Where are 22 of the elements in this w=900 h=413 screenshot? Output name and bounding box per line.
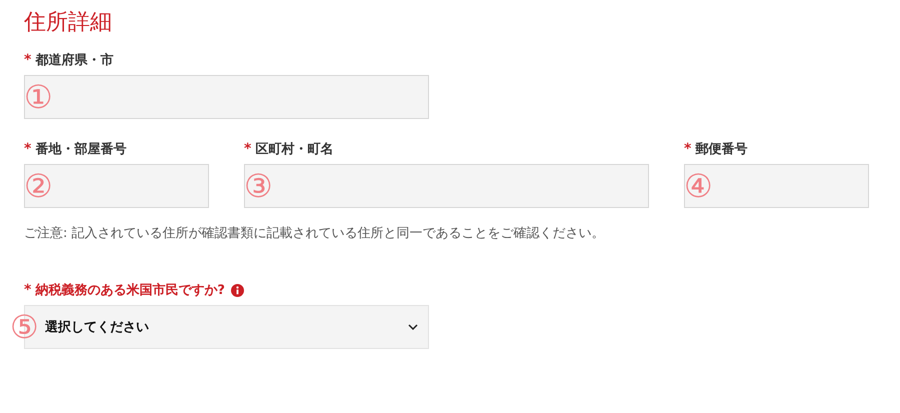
required-asterisk: *	[24, 282, 32, 298]
annotation-number: ④	[684, 166, 713, 206]
info-icon[interactable]	[230, 284, 244, 296]
notice-text: ご注意: 記入されている住所が確認書類に記載されている住所と同一であることをご確認ください。	[24, 225, 606, 243]
annotation-number: ①	[24, 77, 53, 117]
input-field[interactable]	[24, 164, 209, 208]
field-label: 番地・部屋番号	[35, 140, 126, 158]
required-asterisk: *	[24, 52, 32, 68]
field-label: 納税義務のある米国市民ですか?	[35, 282, 225, 299]
input-field[interactable]	[24, 75, 429, 119]
required-asterisk: *	[684, 141, 692, 157]
annotation-number: ②	[24, 166, 53, 206]
field-label: 都道府県・市	[35, 52, 114, 69]
section-title: 住所詳細	[24, 9, 113, 37]
annotation-number: ③	[244, 166, 273, 206]
input-field[interactable]	[684, 164, 869, 208]
field-label: 区町村・町名	[255, 141, 334, 158]
required-asterisk: *	[244, 141, 252, 157]
input-field[interactable]	[244, 164, 649, 208]
required-asterisk: *	[24, 141, 32, 157]
chevron-down-icon	[408, 324, 418, 330]
field-label: 郵便番号	[695, 141, 748, 158]
